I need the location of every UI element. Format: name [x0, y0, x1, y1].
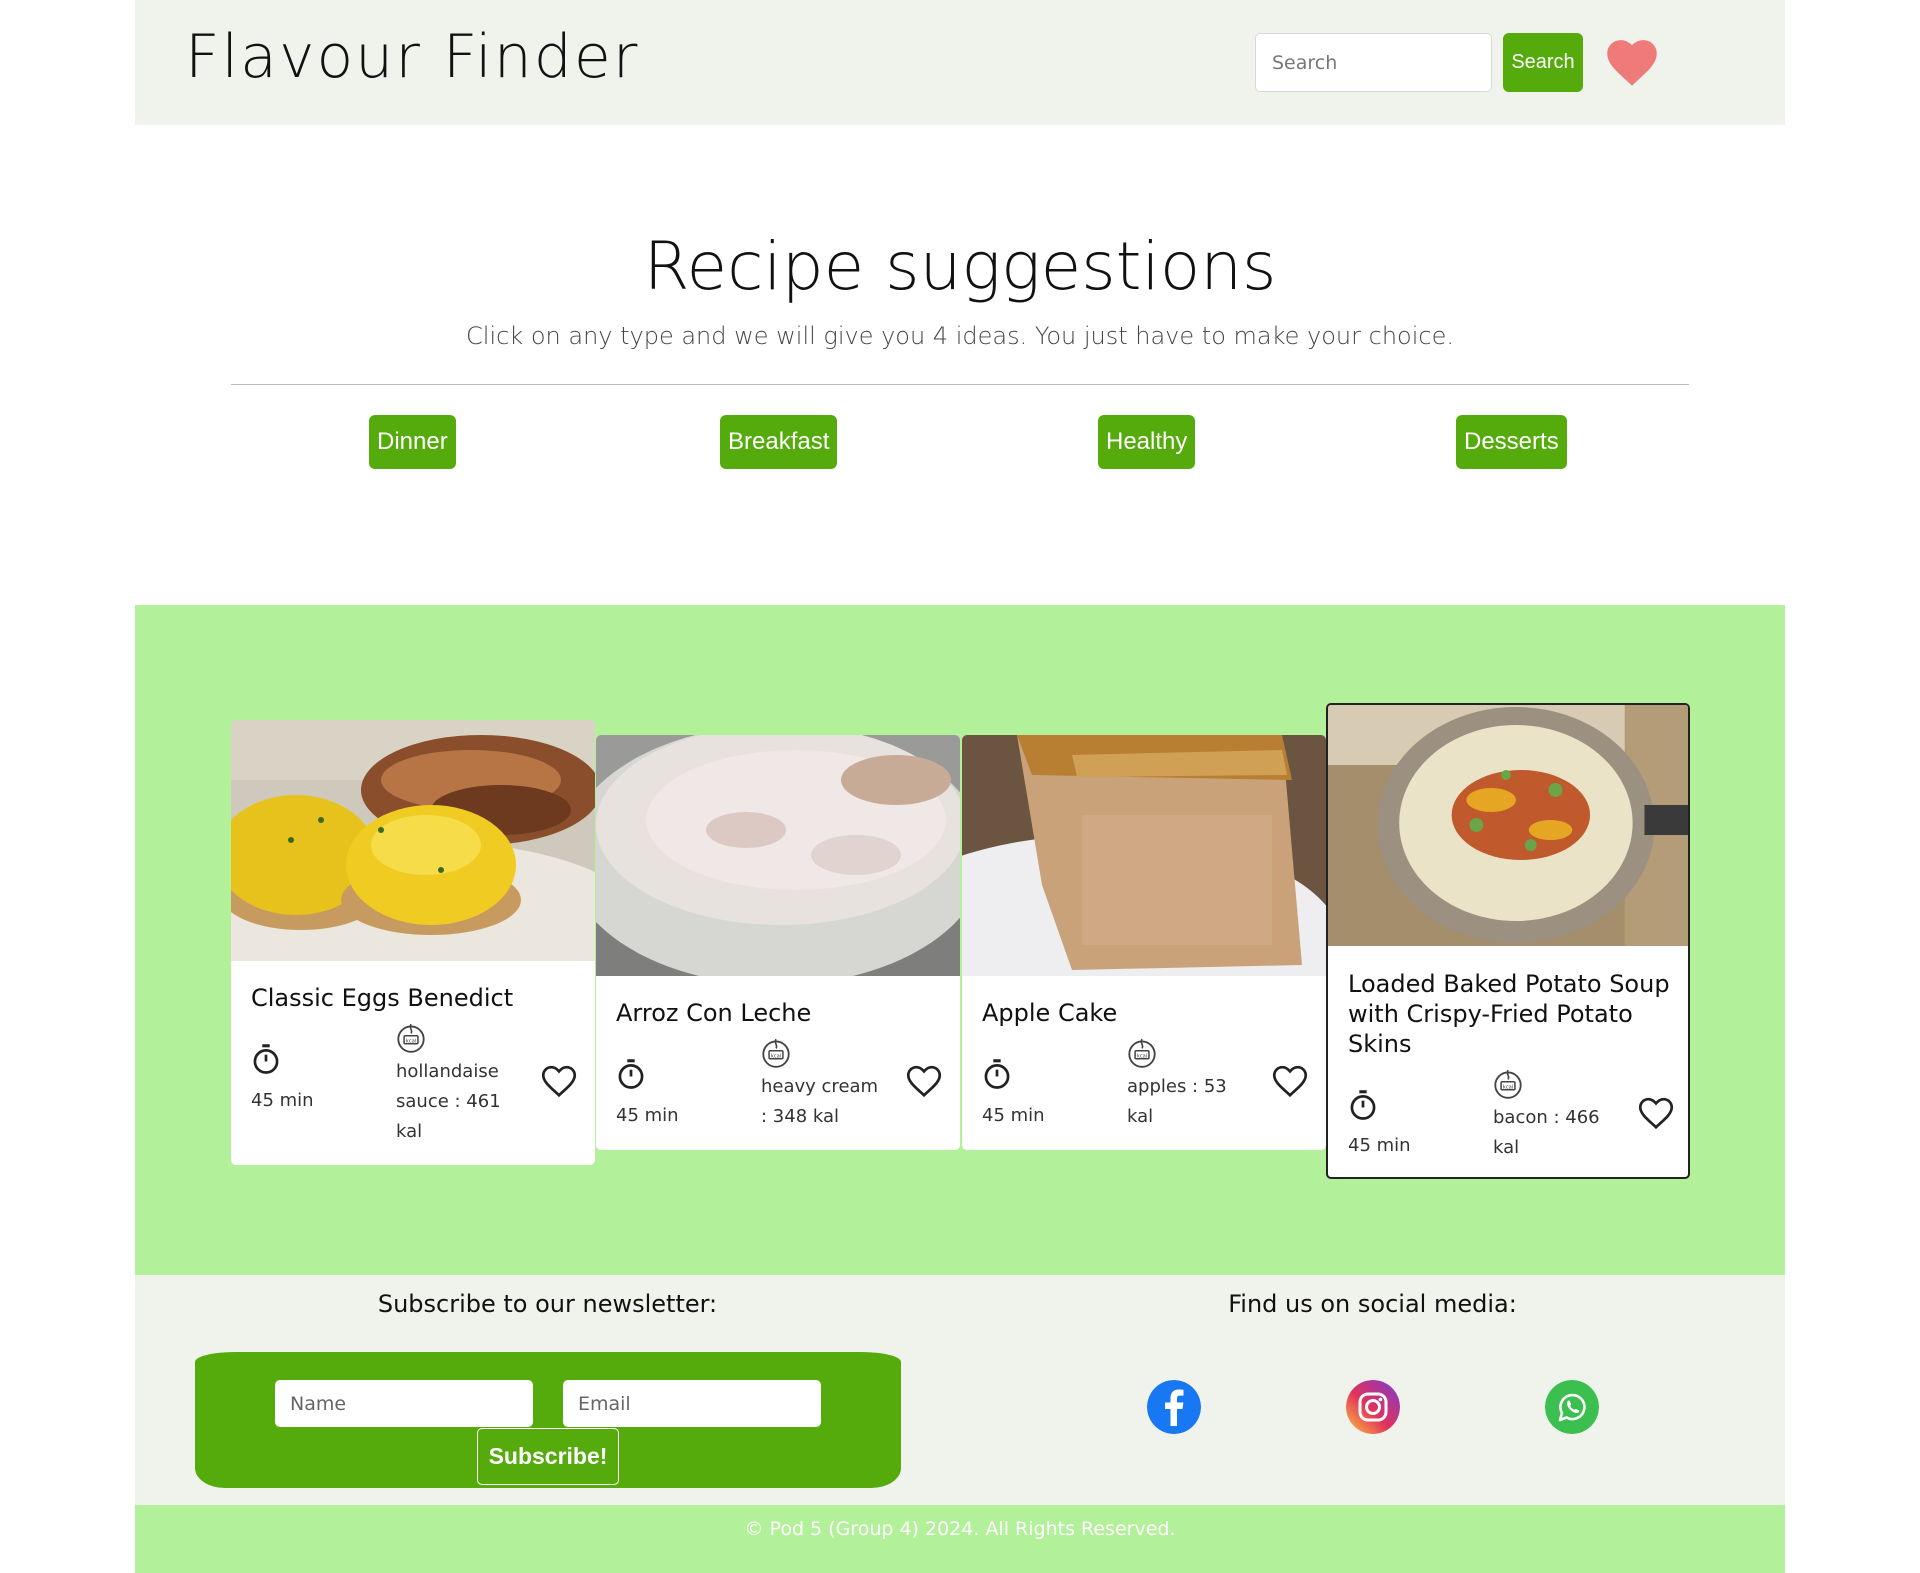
- calorie-icon: kcal: [1494, 1069, 1522, 1099]
- newsletter-title: Subscribe to our newsletter:: [377, 1290, 718, 1318]
- calorie-icon: kcal: [1128, 1038, 1156, 1068]
- svg-text:kcal: kcal: [406, 1039, 416, 1045]
- type-button-healthy[interactable]: Healthy: [1098, 415, 1196, 469]
- instagram-icon[interactable]: [1346, 1380, 1400, 1434]
- page-subtitle: Click on any type and we will give you 4…: [466, 322, 1454, 350]
- like-heart-icon[interactable]: [1638, 1096, 1674, 1130]
- recipe-calories: apples : 53 kal: [1127, 1076, 1227, 1127]
- eggs-benedict-photo: [231, 720, 595, 961]
- search-input[interactable]: [1255, 33, 1492, 92]
- like-heart-icon[interactable]: [906, 1064, 942, 1098]
- like-heart-icon[interactable]: [1272, 1064, 1308, 1098]
- timer-icon: [984, 1059, 1010, 1089]
- copyright-text: © Pod 5 (Group 4) 2024. All Rights Reser…: [744, 1518, 1176, 1540]
- recipe-time: 45 min: [1348, 1135, 1411, 1156]
- svg-text:kcal: kcal: [1137, 1054, 1147, 1060]
- name-field[interactable]: [275, 1380, 533, 1427]
- type-button-breakfast[interactable]: Breakfast: [720, 415, 838, 469]
- page: Flavour Finder Search Recipe suggestions…: [135, 0, 1785, 1573]
- whatsapp-icon[interactable]: [1545, 1380, 1599, 1434]
- rice-pudding-photo: [596, 735, 960, 976]
- facebook-icon[interactable]: [1147, 1380, 1201, 1434]
- site-header: Flavour Finder Search: [135, 0, 1785, 125]
- recipe-card[interactable]: Apple Cake 45 min kcal apples : 53 kal: [962, 735, 1326, 1150]
- recipe-calories: heavy cream : 348 kal: [761, 1076, 879, 1127]
- recipe-card[interactable]: Classic Eggs Benedict 45 min kcal hollan…: [231, 720, 595, 1165]
- social-title: Find us on social media:: [1228, 1290, 1517, 1318]
- subscribe-button[interactable]: Subscribe!: [477, 1428, 619, 1485]
- calorie-icon: kcal: [762, 1038, 790, 1068]
- recipe-calories: hollandaise sauce : 461 kal: [396, 1061, 501, 1142]
- like-heart-icon[interactable]: [541, 1064, 577, 1098]
- search-button[interactable]: Search: [1503, 33, 1583, 92]
- recipe-title: Loaded Baked Potato Soup with Crispy-Fri…: [1348, 970, 1670, 1058]
- email-field[interactable]: [563, 1380, 821, 1427]
- recipe-card[interactable]: Arroz Con Leche 45 min kcal heavy cream …: [596, 735, 960, 1150]
- recipe-time: 45 min: [616, 1105, 679, 1126]
- recipe-time: 45 min: [982, 1105, 1045, 1126]
- type-button-dinner[interactable]: Dinner: [369, 415, 456, 469]
- calorie-icon: kcal: [397, 1023, 425, 1053]
- recipe-time: 45 min: [251, 1090, 314, 1111]
- recipe-card[interactable]: Loaded Baked Potato Soup with Crispy-Fri…: [1326, 703, 1690, 1179]
- potato-soup-photo: [1328, 705, 1688, 946]
- timer-icon: [618, 1059, 644, 1089]
- recipe-title: Arroz Con Leche: [616, 999, 812, 1027]
- recipe-calories: bacon : 466 kal: [1493, 1107, 1600, 1158]
- recipe-title: Apple Cake: [982, 999, 1118, 1027]
- divider: [231, 384, 1689, 385]
- svg-text:kcal: kcal: [1503, 1085, 1513, 1091]
- type-button-desserts[interactable]: Desserts: [1456, 415, 1567, 469]
- timer-icon: [253, 1044, 279, 1074]
- heart-icon[interactable]: [1605, 36, 1659, 88]
- apple-cake-photo: [962, 735, 1326, 976]
- recipe-title: Classic Eggs Benedict: [251, 984, 514, 1012]
- site-logo[interactable]: Flavour Finder: [185, 22, 639, 92]
- timer-icon: [1350, 1090, 1376, 1120]
- svg-text:kcal: kcal: [771, 1054, 781, 1060]
- page-title: Recipe suggestions: [643, 228, 1277, 305]
